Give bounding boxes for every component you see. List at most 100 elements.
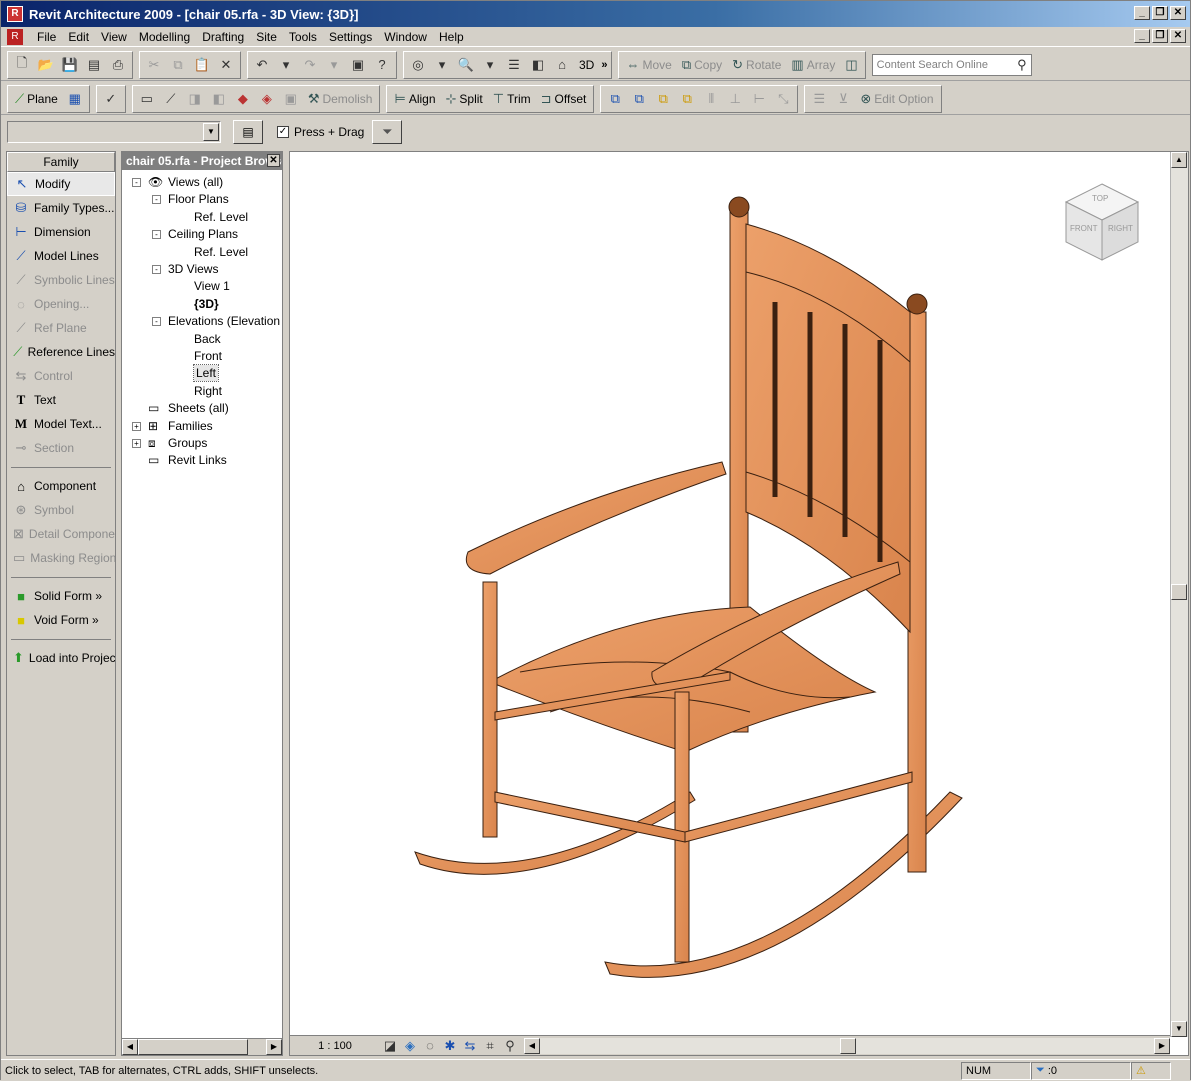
design-bar-family-types[interactable]: ⛁ Family Types...	[7, 196, 115, 220]
viewcube-right[interactable]: RIGHT	[1108, 224, 1133, 233]
resize-icon[interactable]: ⤡	[773, 89, 793, 109]
unpin-icon[interactable]: ⊢	[749, 89, 769, 109]
hscroll-right-icon[interactable]: ▶	[1154, 1037, 1170, 1054]
edit-option-button[interactable]: ⊗ Edit Option	[857, 88, 936, 110]
pin-icon[interactable]: ⊥	[725, 89, 745, 109]
save-icon[interactable]: 💾	[60, 55, 80, 75]
horizontal-scrollbar[interactable]	[540, 1037, 1154, 1054]
new-icon[interactable]: 🗋	[12, 55, 32, 75]
plane-button[interactable]: ⟋ Plane	[12, 88, 61, 110]
document-icon[interactable]: R	[7, 28, 23, 45]
collapse-icon[interactable]: -	[152, 230, 161, 240]
detail-level-icon[interactable]: ◪	[380, 1036, 400, 1056]
content-search-input[interactable]: Content Search Online ⚲	[871, 53, 1032, 76]
vertical-scrollbar[interactable]: ▲ ▼	[1170, 152, 1188, 1037]
design-bar-reference-lines[interactable]: ⟋ Reference Lines	[7, 340, 115, 364]
collapse-icon[interactable]: -	[152, 195, 161, 205]
tree-node[interactable]: Groups	[168, 435, 207, 451]
ungroup-icon[interactable]: ⧉	[653, 89, 673, 109]
viewcube-top[interactable]: TOP	[1092, 194, 1108, 203]
hscroll-left-icon[interactable]: ◀	[524, 1037, 540, 1054]
menu-modelling[interactable]: Modelling	[133, 30, 196, 44]
chair-model[interactable]	[290, 152, 1170, 1037]
design-bar-model-text[interactable]: M Model Text...	[7, 412, 115, 436]
design-bar-control[interactable]: ⇆ Control	[7, 364, 115, 388]
design-options-icon[interactable]: ☰	[809, 89, 829, 109]
type-selector[interactable]: ▼	[7, 121, 221, 143]
tree-node[interactable]: Ceiling Plans	[168, 226, 238, 242]
search-icon[interactable]: ⚲	[1017, 57, 1027, 73]
scroll-right-icon[interactable]: ▶	[266, 1039, 282, 1055]
scroll-thumb[interactable]	[138, 1039, 248, 1055]
zoom-arrow-icon[interactable]: ▾	[480, 55, 500, 75]
tree-node[interactable]: Left	[192, 364, 220, 383]
shadows-icon[interactable]: ◌	[420, 1036, 440, 1056]
element-properties-button[interactable]: ▤	[233, 120, 263, 144]
copy-button[interactable]: ⧉ Copy	[679, 54, 725, 76]
view-3d-button[interactable]: 3D	[576, 54, 597, 76]
delete-icon[interactable]: ✕	[216, 55, 236, 75]
filter-indicator[interactable]: ⏷:0	[1031, 1061, 1131, 1080]
scroll-thumb-horizontal[interactable]	[840, 1037, 856, 1054]
model-graphics-icon[interactable]: ◈	[400, 1036, 420, 1056]
viewcube-front[interactable]: FRONT	[1070, 224, 1098, 233]
scroll-up-icon[interactable]: ▲	[1171, 152, 1187, 168]
collapse-icon[interactable]: -	[132, 178, 141, 187]
undo-icon[interactable]: ↶	[252, 55, 272, 75]
design-bar-section[interactable]: ⊸ Section	[7, 436, 115, 460]
mirror-draw-icon[interactable]: ⫴	[701, 89, 721, 109]
expand-icon[interactable]: +	[132, 421, 141, 431]
design-bar-tab[interactable]: Family	[7, 152, 115, 172]
cut-icon[interactable]: ✂	[144, 55, 164, 75]
view-3d-icon[interactable]: ⌂	[552, 55, 572, 75]
remove-paint-icon[interactable]: ▣	[281, 89, 301, 109]
split-face-icon[interactable]: ◈	[257, 89, 277, 109]
tree-node[interactable]: View 1	[194, 278, 230, 294]
redo-dropdown-icon[interactable]: ▾	[324, 55, 344, 75]
scroll-left-icon[interactable]: ◀	[122, 1039, 138, 1055]
menu-settings[interactable]: Settings	[323, 30, 378, 44]
design-bar-ref-plane[interactable]: ⟋ Ref Plane	[7, 316, 115, 340]
tree-node[interactable]: Sheets (all)	[168, 400, 229, 416]
browser-horizontal-scrollbar[interactable]: ◀ ▶	[122, 1038, 282, 1055]
design-bar-opening[interactable]: ◌ Opening...	[7, 292, 115, 316]
design-bar-load-into-project[interactable]: ⬆ Load into Project	[7, 646, 115, 670]
tree-node[interactable]: 3D Views	[168, 261, 218, 277]
cut-geometry-icon[interactable]: ◨	[185, 89, 205, 109]
match-type-icon[interactable]: ✓	[101, 89, 121, 109]
tree-node[interactable]: Revit Links	[168, 452, 227, 468]
collapse-icon[interactable]: -	[152, 317, 161, 327]
minimize-button[interactable]: _	[1134, 6, 1150, 20]
tree-node[interactable]: Views (all)	[168, 174, 223, 190]
viewcube[interactable]: TOP FRONT RIGHT	[1062, 182, 1142, 262]
overflow-chevron-icon[interactable]: »	[601, 59, 607, 71]
design-bar-cursor[interactable]: ↖ Modify	[7, 172, 115, 196]
menu-view[interactable]: View	[95, 30, 133, 44]
rotate-button[interactable]: ↻ Rotate	[729, 54, 784, 76]
restore-button[interactable]: ❐	[1152, 6, 1168, 20]
tree-node[interactable]: Elevations (Elevation 1)	[168, 313, 282, 329]
view-scale[interactable]: 1 : 100	[290, 1040, 380, 1052]
dynamic-view-icon[interactable]: ◎	[408, 55, 428, 75]
filter-button[interactable]: ⏷	[372, 120, 403, 144]
warning-icon[interactable]: ⚠	[1131, 1061, 1171, 1080]
paint-icon[interactable]: ◆	[233, 89, 253, 109]
zoom-icon[interactable]: 🔍	[456, 55, 476, 75]
print-icon[interactable]: ⎙	[108, 55, 128, 75]
mirror-button[interactable]: ◫	[842, 54, 860, 76]
design-bar-symbol[interactable]: ⊛ Symbol	[7, 498, 115, 522]
design-bar-masking-region[interactable]: ▭ Masking Region	[7, 546, 115, 570]
paste-icon[interactable]: 📋	[192, 55, 212, 75]
crop-region-icon[interactable]: ⌗	[480, 1036, 500, 1056]
design-bar-symbolic-lines[interactable]: ⟋ Symbolic Lines	[7, 268, 115, 292]
link-group-icon[interactable]: ⧉	[677, 89, 697, 109]
design-bar-text[interactable]: T Text	[7, 388, 115, 412]
menu-tools[interactable]: Tools	[283, 30, 323, 44]
print-preview-icon[interactable]: ▤	[84, 55, 104, 75]
array-button[interactable]: ▥ Array	[788, 54, 838, 76]
design-bar-detail-component[interactable]: ⊠ Detail Component	[7, 522, 115, 546]
design-bar-component[interactable]: ⌂ Component	[7, 474, 115, 498]
active-workset-icon[interactable]: ▣	[348, 55, 368, 75]
design-bar-solid-form[interactable]: ■ Solid Form »	[7, 584, 115, 608]
menu-site[interactable]: Site	[250, 30, 283, 44]
